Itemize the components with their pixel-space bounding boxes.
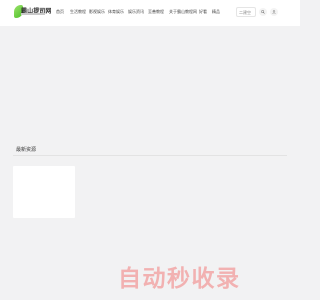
nav-item-sports[interactable]: 体育娱乐 [108, 9, 124, 15]
nav-item-home[interactable]: 首页 [56, 9, 64, 15]
search-icon [261, 10, 265, 14]
nav-item-about[interactable]: 关于霸山教程网 [169, 9, 197, 15]
section-divider [13, 155, 287, 156]
nav-item-film[interactable]: 影视娱乐 [89, 9, 105, 15]
site-header: 霸山提司网 首页 生活教程 影视娱乐 体育娱乐 娱乐资讯 至善教程 关于霸山教程… [0, 0, 300, 26]
resource-card[interactable] [13, 166, 75, 218]
site-logo[interactable]: 霸山提司网 [14, 5, 51, 19]
nav-item-featured[interactable]: 精品 [212, 9, 220, 15]
watermark-text: 自动秒收录 [118, 265, 241, 291]
logo-tagline [21, 13, 45, 15]
nav-item-tutorial[interactable]: 至善教程 [148, 9, 164, 15]
search-button[interactable] [259, 8, 267, 16]
nav-item-life[interactable]: 生活教程 [70, 9, 86, 15]
user-icon [272, 10, 276, 14]
section-title: 最新资源 [16, 147, 37, 153]
nav-item-good[interactable]: 好看 [199, 9, 207, 15]
nav-item-news[interactable]: 娱乐资讯 [128, 9, 144, 15]
search-input[interactable]: 二建空 [236, 7, 256, 17]
user-button[interactable] [270, 8, 278, 16]
